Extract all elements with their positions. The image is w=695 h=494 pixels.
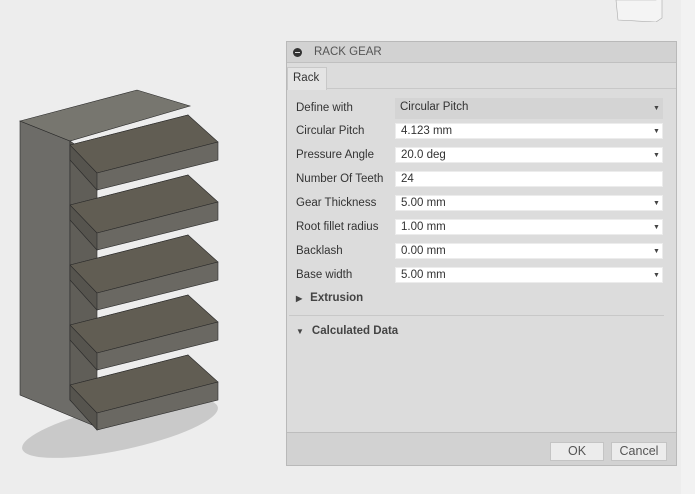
tab-bar: Rack [287,63,676,90]
viewport-edge [681,0,695,494]
gear-thickness-input[interactable]: 5.00 mm [395,195,663,211]
expand-right-icon: ▶ [296,294,303,303]
dialog-title: RACK GEAR [314,46,382,58]
field-row: Number Of Teeth 24 [296,170,666,188]
base-width-input[interactable]: 5.00 mm [395,267,663,283]
dialog-header: RACK GEAR [287,42,676,63]
define-with-label: Define with [296,102,353,114]
field-row: Root fillet radius 1.00 mm ▼ [296,218,666,236]
field-row: Backlash 0.00 mm ▼ [296,242,666,260]
number-of-teeth-input[interactable]: 24 [395,171,663,187]
view-cube[interactable] [612,0,668,22]
divider [289,315,664,316]
root-fillet-radius-label: Root fillet radius [296,221,379,233]
dialog-footer: OK Cancel [287,432,676,465]
ok-button[interactable]: OK [550,442,604,461]
field-row: Pressure Angle 20.0 deg ▼ [296,146,666,164]
dropdown-arrow-icon[interactable]: ▼ [653,152,660,159]
circular-pitch-label: Circular Pitch [296,125,365,137]
dropdown-arrow-icon[interactable]: ▼ [653,105,660,112]
gear-thickness-label: Gear Thickness [296,197,377,209]
expand-down-icon: ▼ [296,327,304,336]
rack-gear-dialog: RACK GEAR Rack Define with Circular Pitch… [286,41,677,466]
backlash-label: Backlash [296,245,343,257]
dropdown-arrow-icon[interactable]: ▼ [653,200,660,207]
rack-gear-model [19,89,219,458]
base-width-label: Base width [296,269,353,281]
dropdown-arrow-icon[interactable]: ▼ [653,248,660,255]
section-calculated-data[interactable]: ▼ Calculated Data [296,325,398,337]
section-extrusion[interactable]: ▶ Extrusion [296,292,363,304]
circular-pitch-input[interactable]: 4.123 mm [395,123,663,139]
tab-rack[interactable]: Rack [287,67,327,90]
collapse-icon[interactable] [293,47,302,57]
section-calculated-label: Calculated Data [311,325,399,337]
dropdown-arrow-icon[interactable]: ▼ [653,224,660,231]
dropdown-arrow-icon[interactable]: ▼ [653,128,660,135]
backlash-input[interactable]: 0.00 mm [395,243,663,259]
field-row: Circular Pitch 4.123 mm ▼ [296,122,666,140]
cancel-button[interactable]: Cancel [611,442,667,461]
field-row: Define with Circular Pitch ▼ [296,97,666,119]
field-row: Gear Thickness 5.00 mm ▼ [296,194,666,212]
section-extrusion-label: Extrusion [310,292,364,304]
pressure-angle-label: Pressure Angle [296,149,374,161]
number-of-teeth-label: Number Of Teeth [296,173,384,185]
field-row: Base width 5.00 mm ▼ [296,266,666,284]
pressure-angle-input[interactable]: 20.0 deg [395,147,663,163]
root-fillet-radius-input[interactable]: 1.00 mm [395,219,663,235]
define-with-select[interactable]: Circular Pitch [395,97,663,119]
dropdown-arrow-icon[interactable]: ▼ [653,272,660,279]
